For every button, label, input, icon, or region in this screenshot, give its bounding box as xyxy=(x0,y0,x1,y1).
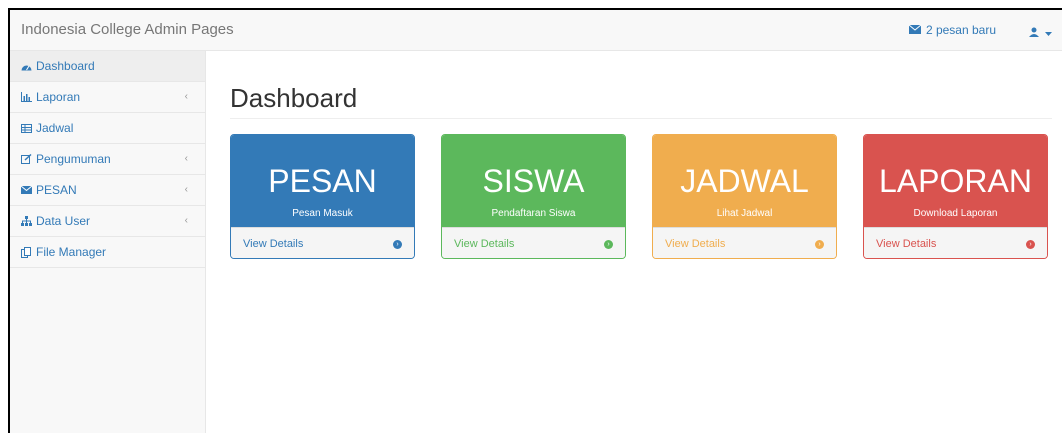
chevron-left-icon: ‹ xyxy=(184,215,188,226)
view-details-link[interactable]: View Details › xyxy=(864,227,1047,258)
sidebar-item-data-user[interactable]: Data User ‹ xyxy=(10,206,205,237)
chevron-left-icon: ‹ xyxy=(184,184,188,195)
sidebar-item-dashboard[interactable]: Dashboard xyxy=(10,51,205,82)
panel-heading: LAPORAN Download Laporan xyxy=(864,135,1047,227)
view-details-link[interactable]: View Details › xyxy=(653,227,836,258)
sidebar-item-label: PESAN xyxy=(36,183,77,197)
arrow-circle-right-icon: › xyxy=(393,239,402,249)
panel-heading: JADWAL Lihat Jadwal xyxy=(653,135,836,227)
user-menu[interactable] xyxy=(1029,24,1052,42)
panel-laporan: LAPORAN Download Laporan View Details › xyxy=(863,134,1048,259)
files-icon xyxy=(20,246,32,258)
caret-down-icon xyxy=(1045,24,1052,42)
panel-heading: SISWA Pendaftaran Siswa xyxy=(442,135,625,227)
view-details-label: View Details xyxy=(665,238,726,250)
panel-subtitle: Pesan Masuk xyxy=(292,208,353,219)
chevron-left-icon: ‹ xyxy=(184,91,188,102)
panel-title: SISWA xyxy=(482,163,585,199)
view-details-label: View Details xyxy=(876,238,937,250)
sidebar-item-laporan[interactable]: Laporan ‹ xyxy=(10,82,205,113)
dashboard-icon xyxy=(20,60,32,72)
arrow-circle-right-icon: › xyxy=(815,239,824,249)
panel-heading: PESAN Pesan Masuk xyxy=(231,135,414,227)
view-details-link[interactable]: View Details › xyxy=(231,227,414,258)
table-icon xyxy=(20,122,32,134)
messages-label: 2 pesan baru xyxy=(925,23,996,37)
panel-subtitle: Lihat Jadwal xyxy=(716,208,773,219)
sidebar-item-label: Dashboard xyxy=(36,59,95,73)
sidebar-item-jadwal[interactable]: Jadwal xyxy=(10,113,205,144)
panel-pesan: PESAN Pesan Masuk View Details › xyxy=(230,134,415,259)
sidebar: Dashboard Laporan ‹ Jadwal Pengumuman ‹ xyxy=(10,51,206,433)
panel-subtitle: Download Laporan xyxy=(913,208,998,219)
bar-chart-icon xyxy=(20,91,32,103)
messages-link[interactable]: 2 pesan baru xyxy=(908,23,996,37)
panel-siswa: SISWA Pendaftaran Siswa View Details › xyxy=(441,134,626,259)
view-details-link[interactable]: View Details › xyxy=(442,227,625,258)
view-details-label: View Details xyxy=(243,238,304,250)
sidebar-item-pesan[interactable]: PESAN ‹ xyxy=(10,175,205,206)
main-content: Dashboard PESAN Pesan Masuk View Details… xyxy=(206,51,1062,433)
brand-title[interactable]: Indonesia College Admin Pages xyxy=(21,21,234,38)
sidebar-item-label: Pengumuman xyxy=(36,152,111,166)
page-title: Dashboard xyxy=(230,83,358,113)
title-divider xyxy=(230,118,1052,119)
edit-icon xyxy=(20,153,32,165)
panel-title: JADWAL xyxy=(680,163,809,199)
sidebar-item-label: Data User xyxy=(36,214,91,228)
sidebar-item-label: File Manager xyxy=(36,245,107,259)
envelope-icon xyxy=(20,184,32,196)
panel-title: LAPORAN xyxy=(879,163,1032,199)
sidebar-item-label: Laporan xyxy=(36,90,81,104)
app-window: Indonesia College Admin Pages 2 pesan ba… xyxy=(8,8,1062,433)
sidebar-item-label: Jadwal xyxy=(36,121,74,135)
panel-jadwal: JADWAL Lihat Jadwal View Details › xyxy=(652,134,837,259)
arrow-circle-right-icon: › xyxy=(1026,239,1035,249)
top-navbar: Indonesia College Admin Pages 2 pesan ba… xyxy=(10,10,1062,51)
panel-title: PESAN xyxy=(268,163,377,199)
arrow-circle-right-icon: › xyxy=(604,239,613,249)
envelope-icon xyxy=(908,23,922,37)
sidebar-item-pengumuman[interactable]: Pengumuman ‹ xyxy=(10,144,205,175)
chevron-left-icon: ‹ xyxy=(184,153,188,164)
user-icon xyxy=(1029,24,1039,42)
sitemap-icon xyxy=(20,215,32,227)
sidebar-item-file-manager[interactable]: File Manager xyxy=(10,237,205,268)
view-details-label: View Details xyxy=(454,238,515,250)
panel-subtitle: Pendaftaran Siswa xyxy=(491,208,576,219)
